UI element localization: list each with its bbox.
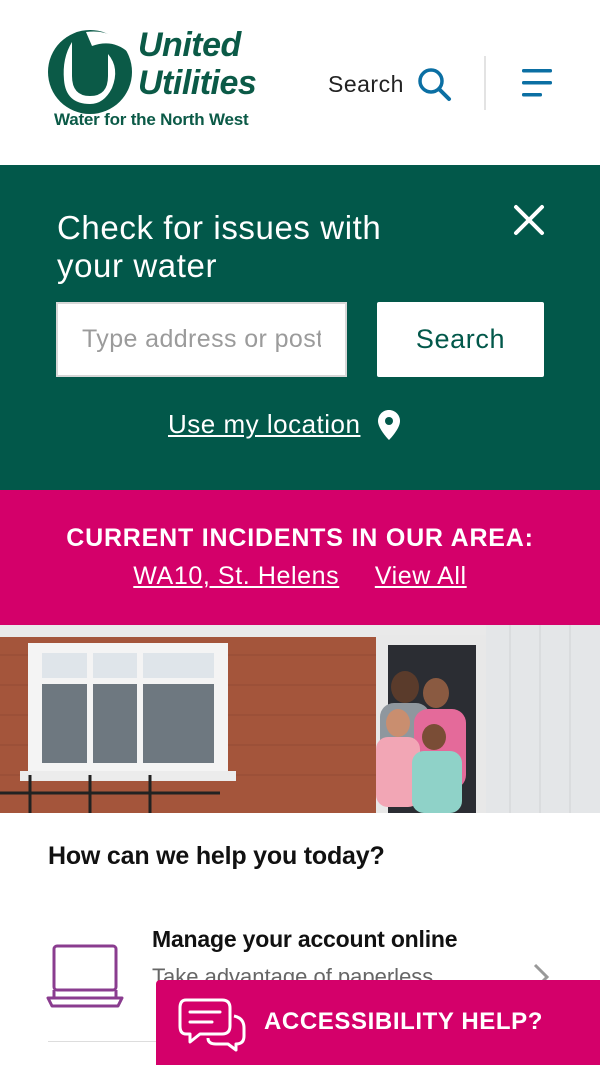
hamburger-menu-icon[interactable] (518, 66, 558, 100)
brand-name: United Utilities (138, 26, 257, 102)
use-my-location-link[interactable]: Use my location (168, 409, 401, 440)
use-my-location-label: Use my location (168, 409, 361, 439)
water-issues-panel: Check for issues with your water Search … (0, 165, 600, 490)
incidents-title: CURRENT INCIDENTS IN OUR AREA: (66, 524, 534, 552)
hero-family-photo (0, 625, 600, 813)
logo-mark-icon (48, 30, 132, 114)
help-item-title: Manage your account online (152, 926, 458, 952)
accessibility-help-button[interactable]: ACCESSIBILITY HELP? (156, 980, 600, 1065)
united-utilities-logo[interactable]: United Utilities Water for the North Wes… (46, 24, 276, 134)
brand-name-line2: Utilities (138, 64, 257, 102)
hero-illustration (0, 625, 600, 813)
address-postcode-input[interactable] (56, 302, 347, 377)
site-header: United Utilities Water for the North Wes… (0, 0, 600, 165)
header-search-label: Search (328, 70, 404, 97)
header-divider (484, 56, 486, 110)
issues-title: Check for issues with your water (57, 209, 382, 284)
incidents-links: WA10, St. Helens View All (0, 562, 600, 591)
chat-bubbles-icon (178, 998, 246, 1052)
close-icon[interactable] (510, 201, 548, 239)
view-all-incidents-link[interactable]: View All (375, 562, 467, 590)
current-incidents-banner: CURRENT INCIDENTS IN OUR AREA: WA10, St.… (0, 490, 600, 625)
incident-area-link[interactable]: WA10, St. Helens (133, 562, 339, 590)
help-section-title: How can we help you today? (48, 842, 385, 870)
search-icon (418, 68, 451, 101)
brand-tagline: Water for the North West (54, 110, 249, 129)
header-search-button[interactable]: Search (328, 66, 452, 102)
laptop-icon (46, 944, 124, 1008)
map-pin-icon (378, 409, 401, 440)
issues-search-button[interactable]: Search (377, 302, 544, 377)
accessibility-help-label: ACCESSIBILITY HELP? (264, 1008, 543, 1035)
brand-name-line1: United (138, 26, 241, 64)
